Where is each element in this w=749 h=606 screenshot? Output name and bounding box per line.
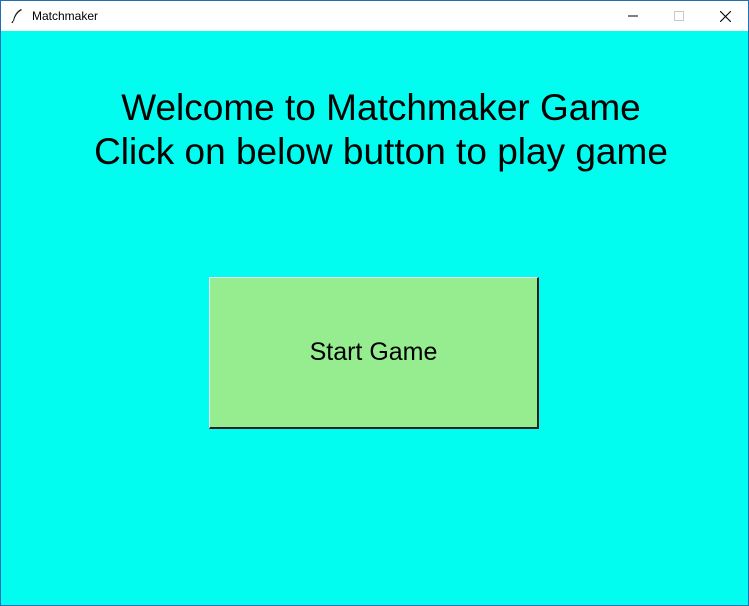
- title-bar[interactable]: Matchmaker: [1, 1, 748, 31]
- minimize-button[interactable]: [610, 1, 656, 31]
- app-window: Matchmaker Welcome to Matchmaker Game Cl…: [0, 0, 749, 606]
- start-game-button[interactable]: Start Game: [209, 277, 539, 429]
- maximize-button[interactable]: [656, 1, 702, 31]
- maximize-icon: [674, 11, 684, 21]
- game-canvas: Welcome to Matchmaker Game Click on belo…: [1, 31, 748, 605]
- start-game-label: Start Game: [309, 338, 438, 366]
- welcome-message: Welcome to Matchmaker Game Click on belo…: [1, 86, 748, 174]
- minimize-icon: [628, 15, 638, 17]
- window-title: Matchmaker: [32, 9, 99, 23]
- close-button[interactable]: [702, 1, 748, 31]
- welcome-instruction: Click on below button to play game: [94, 131, 668, 172]
- feather-icon: [11, 9, 22, 24]
- welcome-title: Welcome to Matchmaker Game: [121, 87, 641, 128]
- close-icon: [719, 10, 731, 22]
